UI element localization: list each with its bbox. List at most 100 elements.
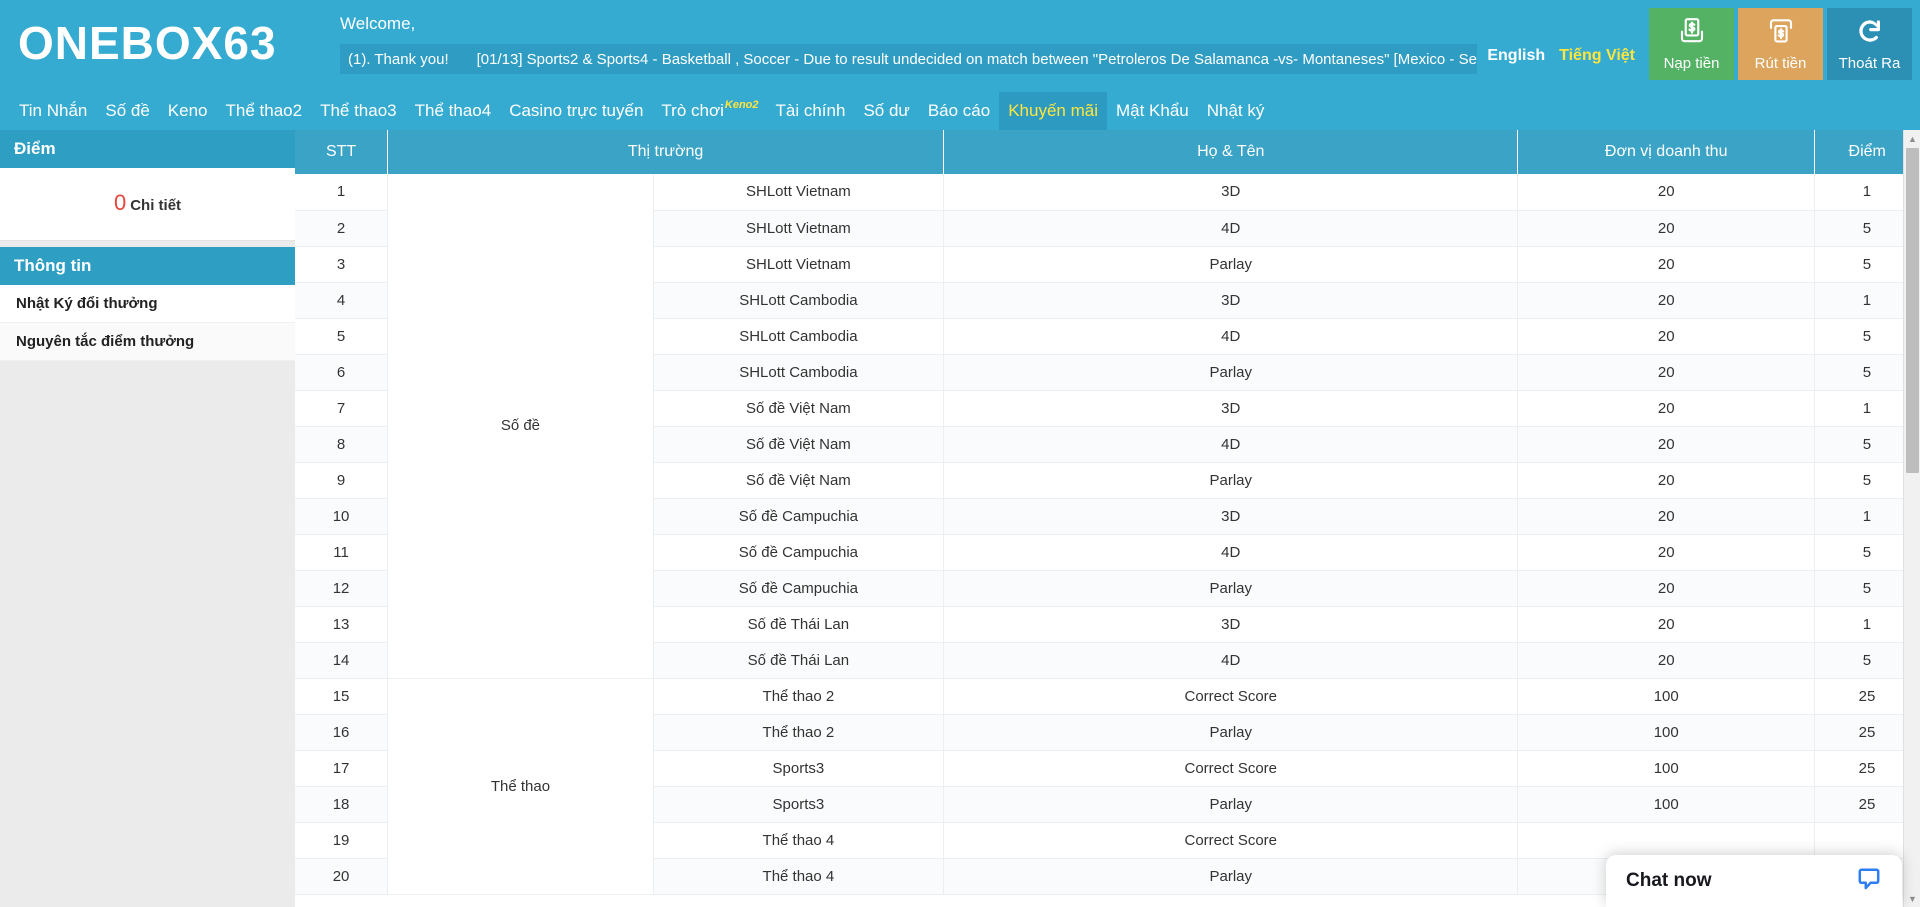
language-vietnamese[interactable]: Tiếng Việt (1559, 47, 1635, 65)
cell-revenue: 20 (1517, 498, 1815, 535)
welcome-text: Welcome, (340, 14, 416, 33)
withdraw-button-label: Rút tiền (1754, 55, 1807, 72)
nav-item-6[interactable]: Casino trực tuyến (500, 92, 652, 130)
cell-market: Sports3 (653, 750, 945, 787)
nav-item-label: Trò chơi (661, 101, 724, 120)
nav-item-7[interactable]: Trò chơi Keno2 (652, 92, 766, 130)
points-panel-title: Điểm (0, 130, 295, 168)
cell-market: Số đề Campuchia (653, 498, 945, 535)
points-detail-link[interactable]: Chi tiết (126, 197, 181, 214)
header-action-buttons: Nạp tiền Rút tiền Thoát Ra (1649, 0, 1920, 80)
cell-name: 4D (943, 534, 1519, 571)
points-summary[interactable]: 0 Chi tiết (0, 168, 295, 241)
cell-market: Số đề Việt Nam (653, 390, 945, 427)
nav-item-label: Mật Khẩu (1115, 101, 1189, 120)
cell-name: Parlay (943, 246, 1519, 283)
logout-button[interactable]: Thoát Ra (1827, 8, 1912, 80)
site-header: ONEBOX63 Welcome, (1). Thank you! [01/13… (0, 0, 1920, 92)
cell-market: Thể thao 4 (653, 858, 945, 895)
nav-item-label: Số dư (863, 101, 910, 120)
nav-item-1[interactable]: Số đề (96, 92, 158, 130)
sidebar-item-reward-history[interactable]: Nhật Ký đổi thưởng (0, 285, 295, 323)
table-vertical-scrollbar[interactable]: ▲ ▼ (1903, 130, 1920, 907)
nav-item-label: Keno (167, 101, 208, 120)
column-header-market: Thị trường (387, 130, 945, 174)
nav-item-9[interactable]: Số dư (854, 92, 918, 130)
cell-market: Thể thao 4 (653, 822, 945, 859)
nav-item-12[interactable]: Mật Khẩu (1107, 92, 1198, 130)
nav-item-label: Số đề (105, 101, 150, 120)
cell-revenue: 20 (1517, 174, 1815, 211)
nav-item-4[interactable]: Thể thao3 (311, 92, 406, 130)
logout-button-label: Thoát Ra (1838, 55, 1901, 72)
reward-points-table: STT Thị trường Họ & Tên Đơn vị doanh thu… (295, 130, 1920, 895)
table-body: 1 Số đề SHLott Vietnam 3D 20 1 2 SHLott Vietnam… (295, 174, 1920, 895)
site-logo[interactable]: ONEBOX63 (0, 0, 340, 66)
scrollbar-thumb[interactable] (1906, 148, 1919, 473)
cell-name: Parlay (943, 462, 1519, 499)
withdraw-button[interactable]: Rút tiền (1738, 8, 1823, 80)
cell-revenue: 20 (1517, 462, 1815, 499)
deposit-button-label: Nạp tiền (1663, 55, 1720, 72)
nav-item-label: Khuyến mãi (1008, 101, 1098, 120)
cell-revenue: 20 (1517, 282, 1815, 319)
cell-revenue: 20 (1517, 642, 1815, 679)
cell-stt: 6 (295, 354, 389, 391)
cell-market: SHLott Vietnam (653, 174, 945, 211)
cell-stt: 15 (295, 678, 389, 715)
points-panel: Điểm 0 Chi tiết (0, 130, 295, 241)
info-panel: Thông tin Nhật Ký đổi thưởng Nguyên tắc … (0, 247, 295, 361)
table-scroll-viewport: STT Thị trường Họ & Tên Đơn vị doanh thu… (295, 130, 1920, 907)
cell-name: Parlay (943, 354, 1519, 391)
cell-revenue (1517, 822, 1815, 859)
cell-name: Parlay (943, 570, 1519, 607)
cell-name: 4D (943, 318, 1519, 355)
language-english[interactable]: English (1487, 47, 1545, 65)
cell-market: SHLott Cambodia (653, 318, 945, 355)
cell-stt: 1 (295, 174, 389, 211)
cell-stt: 3 (295, 246, 389, 283)
table-row: 1 Số đề SHLott Vietnam 3D 20 1 (295, 174, 1920, 679)
scroll-up-arrow-icon[interactable]: ▲ (1904, 130, 1920, 147)
nav-item-13[interactable]: Nhật ký (1198, 92, 1274, 130)
nav-item-8[interactable]: Tài chính (767, 92, 855, 130)
cell-revenue: 20 (1517, 534, 1815, 571)
deposit-button[interactable]: Nạp tiền (1649, 8, 1734, 80)
cell-stt: 20 (295, 858, 389, 895)
nav-item-11[interactable]: Khuyến mãi (999, 92, 1107, 130)
nav-item-label: Thể thao2 (225, 101, 303, 120)
nav-item-10[interactable]: Báo cáo (919, 92, 999, 130)
cell-revenue: 100 (1517, 786, 1815, 823)
chat-now-label: Chat now (1626, 870, 1712, 891)
nav-item-label: Thể thao4 (414, 101, 492, 120)
scroll-down-arrow-icon[interactable]: ▼ (1904, 890, 1920, 907)
cell-revenue: 20 (1517, 570, 1815, 607)
cell-stt: 11 (295, 534, 389, 571)
nav-item-3[interactable]: Thể thao2 (217, 92, 312, 130)
cell-name: 3D (943, 174, 1519, 211)
cell-market: SHLott Vietnam (653, 210, 945, 247)
cell-market: Thể thao 2 (653, 678, 945, 715)
chat-now-widget[interactable]: Chat now (1606, 855, 1902, 907)
cell-stt: 5 (295, 318, 389, 355)
cell-stt: 19 (295, 822, 389, 859)
cell-stt: 17 (295, 750, 389, 787)
cell-market: Số đề Campuchia (653, 570, 945, 607)
nav-item-label: Casino trực tuyến (509, 101, 644, 120)
cell-revenue: 20 (1517, 318, 1815, 355)
cell-revenue: 20 (1517, 426, 1815, 463)
ticker-message: [01/13] Sports2 & Sports4 - Basketball ,… (476, 50, 1478, 68)
column-header-revenue: Đơn vị doanh thu (1517, 130, 1815, 174)
promotions-table-area: STT Thị trường Họ & Tên Đơn vị doanh thu… (295, 130, 1920, 907)
cell-stt: 9 (295, 462, 389, 499)
cell-stt: 16 (295, 714, 389, 751)
nav-item-5[interactable]: Thể thao4 (406, 92, 501, 130)
chat-bubble-icon (1856, 866, 1882, 897)
sidebar-item-reward-rules[interactable]: Nguyên tắc điểm thưởng (0, 323, 295, 361)
nav-item-2[interactable]: Keno (159, 92, 217, 130)
cell-stt: 8 (295, 426, 389, 463)
cell-market: Số đề Campuchia (653, 534, 945, 571)
table-header-row: STT Thị trường Họ & Tên Đơn vị doanh thu… (295, 130, 1920, 174)
nav-item-label: Nhật ký (1206, 101, 1265, 120)
nav-item-0[interactable]: Tin Nhắn (10, 92, 96, 130)
